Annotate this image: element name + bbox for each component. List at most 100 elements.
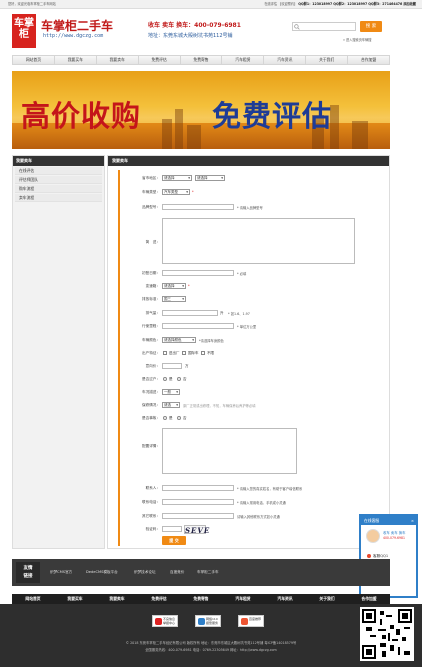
config-textarea[interactable] xyxy=(162,428,297,474)
banner-building xyxy=(162,119,172,149)
sidebar-title: 我要卖车 xyxy=(13,156,104,166)
nav-sell[interactable]: 我要卖车 xyxy=(97,56,139,64)
friend-link[interactable]: DedeCMS模板平台 xyxy=(86,570,118,575)
submit-button[interactable]: 提 交 xyxy=(162,536,186,545)
search-input[interactable] xyxy=(292,22,356,31)
phone-input[interactable] xyxy=(162,499,234,505)
accident-label: 是否事故： xyxy=(142,416,160,420)
footer-nav-sell[interactable]: 我要卖车 xyxy=(96,594,138,604)
sidebar-item-sell-process[interactable]: 卖车流程 xyxy=(15,194,102,202)
feature-option-3: 不限 xyxy=(207,351,214,355)
accident-no-radio[interactable] xyxy=(177,416,181,420)
content-panel: 我要卖车 省市地区： 请选择 请选择 车辆类型： 汽车类型 * 品牌型号： * … xyxy=(107,155,390,549)
transfer-no-radio[interactable] xyxy=(177,377,181,381)
reg-date-input[interactable] xyxy=(162,270,234,276)
config-label: 配置详情： xyxy=(142,444,160,448)
color-select[interactable]: 请选择颜色 xyxy=(162,337,196,343)
add-favorite-link[interactable]: 添加收藏 xyxy=(403,2,416,6)
friend-links: 友情 链接 织梦CMS官方 DedeCMS模板平台 织梦技术论坛 百度竞价 车掌… xyxy=(12,559,390,586)
brand-hint-text: 请输入品牌型号 xyxy=(239,206,263,210)
sidebar-item-team[interactable]: 评估师团队 xyxy=(15,176,102,184)
footer-nav-rental[interactable]: 汽车租赁 xyxy=(222,594,264,604)
emission-select[interactable]: 国三 xyxy=(162,296,186,302)
sidebar: 我要卖车 在线评估 评估师团队 购车流程 卖车流程 xyxy=(12,155,105,549)
nav-about[interactable]: 关于我们 xyxy=(306,56,349,64)
friend-link[interactable]: 织梦技术论坛 xyxy=(134,570,156,575)
brand-input[interactable] xyxy=(162,204,234,210)
consult-label[interactable]: 在线评估 xyxy=(264,2,277,6)
contact-hint: * 请输入您的真实姓名，有助于客户增信联系 xyxy=(237,487,303,491)
nav-join[interactable]: 合作加盟 xyxy=(348,56,389,64)
logo-text-2: 柜 xyxy=(19,29,29,40)
welcome-text: 您好，欢迎光临车掌柜二手车网站 xyxy=(8,2,56,6)
nav-evaluate[interactable]: 免费评估 xyxy=(139,56,181,64)
close-icon[interactable]: × xyxy=(411,516,414,525)
nav-news[interactable]: 汽车资讯 xyxy=(264,56,307,64)
description-textarea[interactable] xyxy=(162,218,355,264)
cs-avatar xyxy=(366,529,380,543)
footer-nav-home[interactable]: 网站首页 xyxy=(12,594,54,604)
footer-nav-evaluate[interactable]: 免费评估 xyxy=(138,594,180,604)
slogan-address: 地址：东莞东城大殿树坑书苑112号铺 xyxy=(148,33,233,39)
logo[interactable]: 车掌 柜 xyxy=(12,14,36,48)
police-badge-text: 网络110 报警服务 xyxy=(206,617,219,625)
qq-group-2[interactable]: QQ群2：123018997 xyxy=(333,2,367,6)
price-input[interactable] xyxy=(162,363,182,369)
search-button[interactable]: 搜 索 xyxy=(360,21,382,32)
maintenance-label: 保修情况： xyxy=(142,403,160,407)
sidebar-item-buy-process[interactable]: 购车流程 xyxy=(15,185,102,193)
footer-nav-consign[interactable]: 免费寄售 xyxy=(180,594,222,604)
mileage-input[interactable] xyxy=(162,323,234,329)
nav-consign[interactable]: 免费寄售 xyxy=(181,56,223,64)
friend-link[interactable]: 百度竞价 xyxy=(170,570,184,575)
footer-nav-buy[interactable]: 我要买车 xyxy=(54,594,96,604)
mileage-hint: * 单位万公里 xyxy=(237,325,257,329)
police-icon xyxy=(198,618,205,625)
site-name[interactable]: 车掌柜二手车 xyxy=(41,17,113,34)
site-header: 车掌 柜 车掌柜二手车 http://www.dgczg.com 收车 卖车 换… xyxy=(0,9,422,51)
sidebar-item-evaluate[interactable]: 在线评估 xyxy=(15,167,102,175)
nav-home[interactable]: 网站首页 xyxy=(13,56,55,64)
advanced-search-link[interactable]: » 进入搜索页车辆搜 xyxy=(343,37,371,42)
contact-label: 联系人： xyxy=(145,486,160,490)
color-hint: *请选择车身颜色 xyxy=(199,339,224,343)
accident-yes-radio[interactable] xyxy=(163,416,167,420)
nav-buy[interactable]: 我要买车 xyxy=(55,56,97,64)
contact-input[interactable] xyxy=(162,485,234,491)
report-icon xyxy=(155,618,162,625)
friend-link[interactable]: 车掌柜二手车 xyxy=(197,570,219,575)
car-type-select[interactable]: 汽车类型 xyxy=(162,189,190,195)
feature-checkbox[interactable] xyxy=(182,351,186,355)
captcha-input[interactable] xyxy=(162,526,182,532)
feature-checkbox[interactable] xyxy=(201,351,205,355)
displacement-input[interactable] xyxy=(162,310,218,316)
maintenance-select[interactable]: 请选 xyxy=(162,402,180,408)
baidu-badge[interactable]: 百度推荐 xyxy=(238,615,265,627)
friend-link[interactable]: 织梦CMS官方 xyxy=(50,570,72,575)
contact-info-text: 全国服务热线：400-079-6981 电话：0769-22305649 网址：… xyxy=(145,648,277,652)
police-badge[interactable]: 网络110 报警服务 xyxy=(195,615,222,627)
transfer-yes-radio[interactable] xyxy=(163,377,167,381)
captcha-image[interactable]: SEVE xyxy=(184,525,209,535)
content-title: 我要卖车 xyxy=(108,156,389,166)
displacement-unit: 升 xyxy=(220,311,224,315)
city-select[interactable]: 请选择 xyxy=(195,175,225,181)
qq-group-1[interactable]: QQ群1：123018997 xyxy=(298,2,332,6)
nav-rental[interactable]: 汽车租赁 xyxy=(222,56,265,64)
footer-nav-about[interactable]: 关于我们 xyxy=(306,594,348,604)
report-badge[interactable]: 不良信息 举报中心 xyxy=(152,615,179,627)
other-contact-input[interactable] xyxy=(162,513,234,519)
banner-headline-right: 免费评估 xyxy=(212,99,333,133)
qq-group-3[interactable]: QQ群3：271464476 xyxy=(368,2,402,6)
cs-service-text: 收车 卖车 换车 xyxy=(383,531,406,535)
accident-no-label: 否 xyxy=(183,416,187,420)
transmission-select[interactable]: 请选择 xyxy=(162,283,186,289)
features-label: 出产特征： xyxy=(142,351,160,355)
footer-nav-join[interactable]: 合作加盟 xyxy=(348,594,390,604)
brand-label: 品牌型号： xyxy=(142,205,160,209)
condition-select[interactable]: 一般 xyxy=(162,389,180,395)
mileage-label: 行使里程： xyxy=(142,324,160,328)
feature-checkbox[interactable] xyxy=(163,351,167,355)
province-select[interactable]: 请选择 xyxy=(162,175,192,181)
footer-nav-news[interactable]: 汽车资讯 xyxy=(264,594,306,604)
